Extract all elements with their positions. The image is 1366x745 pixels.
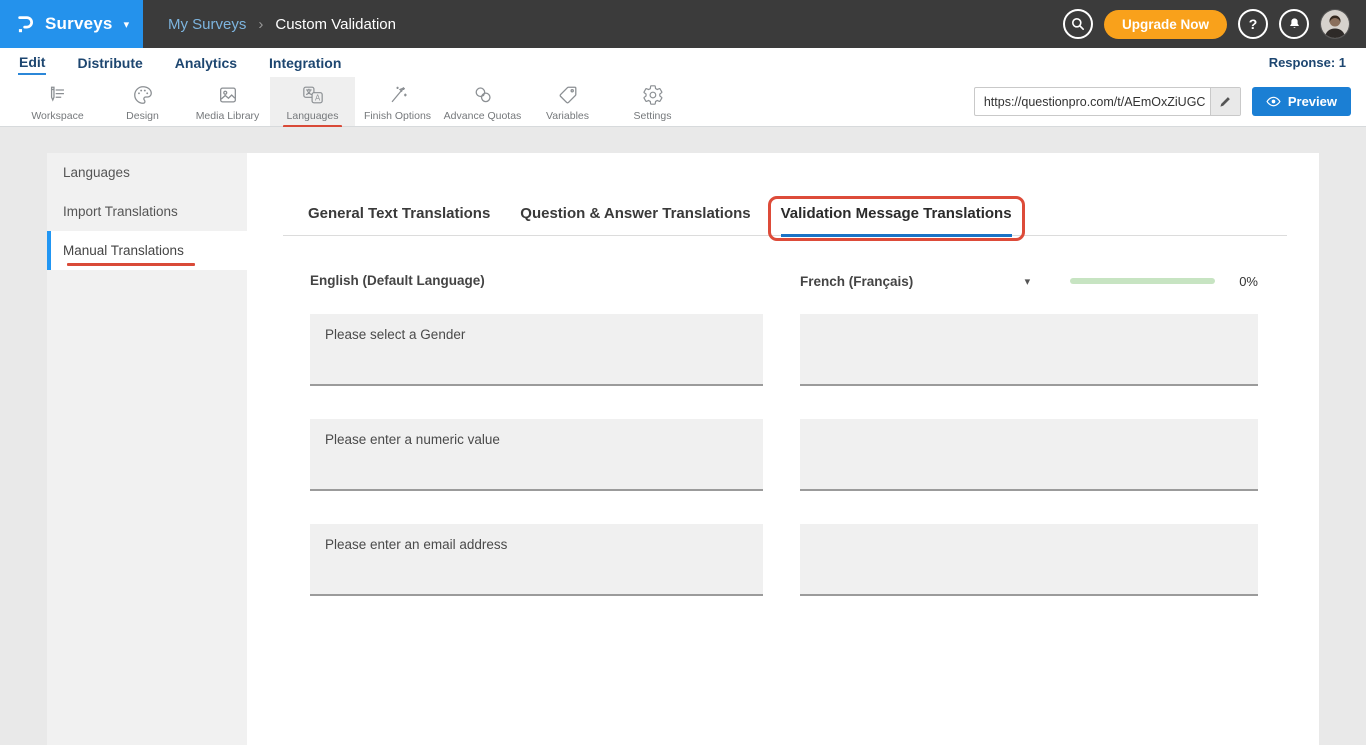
edit-toolbar: Workspace Design Media Library [0,77,1366,127]
workspace-icon [47,84,69,106]
translations-sidebar: Languages Import Translations Manual Tra… [47,153,247,745]
tab-analytics[interactable]: Analytics [174,52,238,74]
target-text-input-gender[interactable] [800,314,1258,386]
toolbar-item-languages[interactable]: A Languages [270,77,355,126]
toolbar-item-label: Languages [287,110,339,122]
languages-icon: A [301,84,325,106]
toolbar-right-actions: https://questionpro.com/t/AEmOxZiUGC Pre… [974,87,1351,116]
response-count: Response: 1 [1269,55,1346,70]
target-text-input-numeric[interactable] [800,419,1258,491]
manual-translations-panel: General Text Translations Question & Ans… [247,153,1319,745]
translation-progress-bar [1070,278,1215,284]
chevron-down-icon[interactable]: ▾ [1025,275,1031,288]
top-app-bar: Surveys ▾ My Surveys › Custom Validation… [0,0,1366,48]
translation-grid-header: English (Default Language) French (Franç… [310,272,1319,290]
target-text-input-email[interactable] [800,524,1258,596]
variables-icon [557,84,579,106]
preview-button[interactable]: Preview [1252,87,1351,116]
toolbar-item-label: Design [126,110,159,122]
sidebar-item-label: Manual Translations [63,243,184,258]
app-root: { "topbar": { "product_label": "Surveys"… [0,0,1366,745]
toolbar-item-finish-options[interactable]: Finish Options [355,77,440,126]
topbar-actions: Upgrade Now ? [1063,9,1366,39]
source-text-gender: Please select a Gender [310,314,763,386]
source-text-numeric: Please enter a numeric value [310,419,763,491]
survey-url-field[interactable]: https://questionpro.com/t/AEmOxZiUGC [974,87,1241,116]
source-language-header: English (Default Language) [310,273,485,288]
question-mark-icon: ? [1249,16,1258,32]
pencil-icon [1219,95,1232,108]
questionpro-logo-icon [16,12,36,36]
annotation-underline-manual-translations [67,263,195,266]
breadcrumb-my-surveys-link[interactable]: My Surveys [168,16,246,33]
search-button[interactable] [1063,9,1093,39]
settings-gear-icon [642,84,664,106]
tab-edit[interactable]: Edit [18,51,46,75]
upgrade-now-button[interactable]: Upgrade Now [1104,10,1227,39]
eye-icon [1266,96,1281,107]
translation-tabs: General Text Translations Question & Ans… [283,205,1287,236]
tab-validation-message-translations[interactable]: Validation Message Translations [781,205,1012,237]
help-button[interactable]: ? [1238,9,1268,39]
toolbar-item-settings[interactable]: Settings [610,77,695,126]
sidebar-item-manual-translations[interactable]: Manual Translations [47,231,247,270]
toolbar-item-label: Settings [634,110,672,122]
sidebar-item-label: Import Translations [63,204,178,219]
avatar[interactable] [1320,9,1350,39]
page-title: Custom Validation [275,16,396,33]
translation-row: Please enter a numeric value [310,419,1319,491]
svg-text:A: A [315,93,321,102]
translation-row: Please enter an email address [310,524,1319,596]
survey-section-nav: Edit Distribute Analytics Integration Re… [0,48,1366,77]
survey-url-value[interactable]: https://questionpro.com/t/AEmOxZiUGC [975,88,1210,115]
tab-label: Validation Message Translations [781,205,1012,222]
search-icon [1070,16,1086,32]
advance-quotas-icon [472,84,494,106]
breadcrumb-separator: › [258,16,263,33]
chevron-down-icon: ▾ [124,18,130,31]
toolbar-item-label: Variables [546,110,589,122]
toolbar-item-label: Advance Quotas [444,110,522,122]
tab-question-answer-translations[interactable]: Question & Answer Translations [520,205,750,235]
breadcrumb: My Surveys › Custom Validation [168,16,396,33]
source-text-email: Please enter an email address [310,524,763,596]
target-language-selector[interactable]: French (Français) [800,274,913,289]
toolbar-item-variables[interactable]: Variables [525,77,610,126]
edit-url-button[interactable] [1210,88,1240,115]
tab-general-text-translations[interactable]: General Text Translations [308,205,490,235]
toolbar-item-media-library[interactable]: Media Library [185,77,270,126]
product-label: Surveys [45,14,113,34]
surveys-product-menu[interactable]: Surveys ▾ [0,0,143,48]
sidebar-item-languages[interactable]: Languages [47,153,247,192]
sidebar-item-import-translations[interactable]: Import Translations [47,192,247,231]
toolbar-item-label: Workspace [31,110,83,122]
tab-integration[interactable]: Integration [268,52,342,74]
toolbar-item-label: Media Library [196,110,260,122]
toolbar-item-advance-quotas[interactable]: Advance Quotas [440,77,525,126]
bell-icon [1287,16,1302,32]
tab-distribute[interactable]: Distribute [76,52,143,74]
media-library-icon [217,84,239,106]
finish-options-icon [387,84,409,106]
translation-rows: Please select a Gender Please enter a nu… [310,314,1319,596]
translation-progress-percent: 0% [1239,274,1258,289]
notifications-button[interactable] [1279,9,1309,39]
translation-row: Please select a Gender [310,314,1319,386]
sidebar-item-label: Languages [63,165,130,180]
toolbar-item-label: Finish Options [364,110,431,122]
preview-label: Preview [1288,94,1337,109]
toolbar-item-workspace[interactable]: Workspace [15,77,100,126]
toolbar-item-design[interactable]: Design [100,77,185,126]
main-area: Languages Import Translations Manual Tra… [0,127,1366,745]
design-icon [132,84,154,106]
